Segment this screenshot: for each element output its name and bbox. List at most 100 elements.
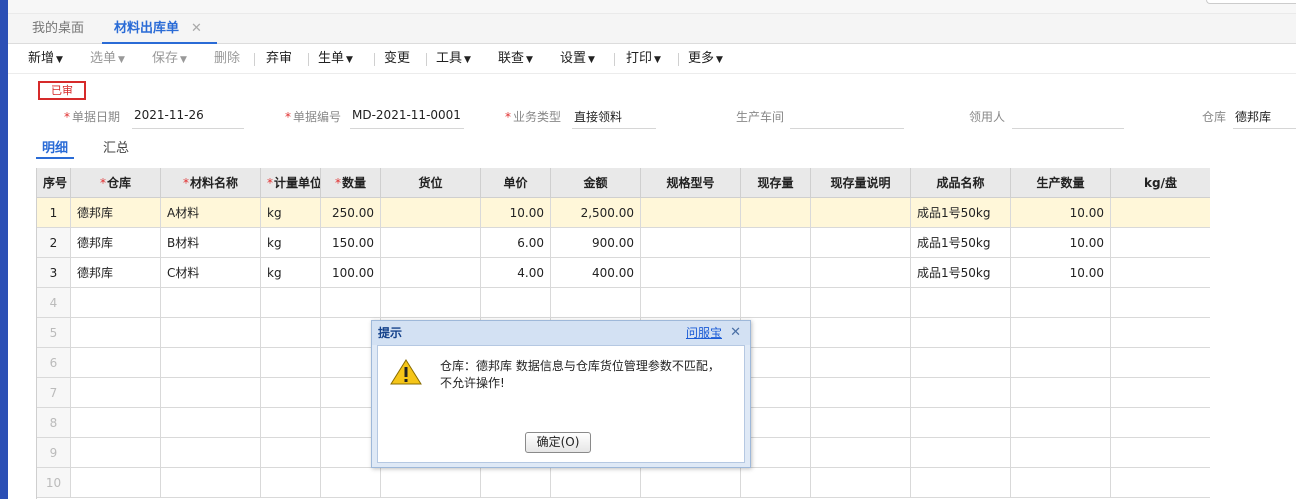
column-header[interactable]: 货位 bbox=[381, 168, 481, 198]
table-cell-warehouse[interactable]: 德邦库 bbox=[71, 198, 161, 228]
table-cell-empty[interactable] bbox=[1111, 468, 1210, 498]
table-cell-location[interactable] bbox=[381, 228, 481, 258]
table-cell-empty[interactable] bbox=[161, 438, 261, 468]
table-cell-empty[interactable] bbox=[261, 408, 321, 438]
receiver-field[interactable] bbox=[1012, 108, 1124, 129]
table-cell-amount[interactable]: 400.00 bbox=[551, 258, 641, 288]
code-field[interactable]: MD-2021-11-0001 bbox=[350, 108, 464, 129]
table-cell-empty[interactable] bbox=[1111, 318, 1210, 348]
table-cell-empty[interactable] bbox=[551, 288, 641, 318]
table-cell-empty[interactable] bbox=[811, 348, 911, 378]
column-header[interactable]: 现存量说明 bbox=[811, 168, 911, 198]
table-cell-empty[interactable] bbox=[911, 288, 1011, 318]
table-cell-empty[interactable] bbox=[741, 408, 811, 438]
ok-button[interactable]: 确定(O) bbox=[525, 432, 591, 453]
table-cell-empty[interactable] bbox=[381, 468, 481, 498]
toolbar-button-0[interactable]: 新增 ▼ bbox=[28, 44, 63, 74]
table-cell-location[interactable] bbox=[381, 258, 481, 288]
table-cell-material[interactable]: A材料 bbox=[161, 198, 261, 228]
column-header[interactable]: 金额 bbox=[551, 168, 641, 198]
table-row[interactable]: 1 德邦库 A材料 kg 250.00 10.00 2,500.00 成品1号50kg 10.0… bbox=[37, 198, 1210, 228]
table-cell-empty[interactable] bbox=[261, 468, 321, 498]
warehouse-field[interactable]: 德邦库 bbox=[1233, 108, 1296, 129]
table-cell-empty[interactable] bbox=[161, 288, 261, 318]
table-cell-empty[interactable] bbox=[811, 318, 911, 348]
toolbar-button-9[interactable]: 设置 ▼ bbox=[560, 44, 595, 74]
table-cell-prod-qty[interactable]: 10.00 bbox=[1011, 228, 1111, 258]
table-cell-spec[interactable] bbox=[641, 258, 741, 288]
table-cell-product[interactable]: 成品1号50kg bbox=[911, 258, 1011, 288]
table-cell-empty[interactable] bbox=[811, 438, 911, 468]
table-cell-empty[interactable] bbox=[911, 348, 1011, 378]
table-cell-spec[interactable] bbox=[641, 228, 741, 258]
date-field[interactable]: 2021-11-26 bbox=[132, 108, 244, 129]
subtab-detail[interactable]: 明细 bbox=[36, 137, 75, 159]
table-cell-location[interactable] bbox=[381, 198, 481, 228]
table-cell-empty[interactable] bbox=[481, 288, 551, 318]
table-cell-price[interactable]: 6.00 bbox=[481, 228, 551, 258]
table-cell-empty[interactable] bbox=[911, 408, 1011, 438]
table-cell-empty[interactable] bbox=[911, 378, 1011, 408]
table-cell-empty[interactable] bbox=[321, 288, 381, 318]
table-cell-empty[interactable] bbox=[161, 378, 261, 408]
table-cell-stock[interactable] bbox=[741, 228, 811, 258]
table-cell-empty[interactable] bbox=[261, 438, 321, 468]
table-cell-prod-qty[interactable]: 10.00 bbox=[1011, 198, 1111, 228]
toolbar-button-7[interactable]: 工具 ▼ bbox=[436, 44, 471, 74]
table-cell-empty[interactable] bbox=[811, 468, 911, 498]
tab-close-icon[interactable]: ✕ bbox=[191, 21, 202, 36]
toolbar-button-6[interactable]: 变更 bbox=[384, 44, 410, 74]
table-cell-empty[interactable] bbox=[1011, 288, 1111, 318]
table-cell-warehouse[interactable]: 德邦库 bbox=[71, 258, 161, 288]
dialog-help-link[interactable]: 问服宝 bbox=[686, 321, 722, 345]
table-cell-empty[interactable] bbox=[1011, 318, 1111, 348]
table-cell-stock-note[interactable] bbox=[811, 198, 911, 228]
table-cell-empty[interactable] bbox=[741, 288, 811, 318]
table-cell-empty[interactable] bbox=[741, 468, 811, 498]
table-cell-empty[interactable] bbox=[741, 318, 811, 348]
table-cell-unit[interactable]: kg bbox=[261, 228, 321, 258]
column-header[interactable]: *计量单位 bbox=[261, 168, 321, 198]
table-cell-seq[interactable]: 3 bbox=[37, 258, 71, 288]
table-cell-empty[interactable] bbox=[71, 348, 161, 378]
table-cell-empty[interactable] bbox=[811, 378, 911, 408]
table-cell-kg-per-reel[interactable] bbox=[1111, 198, 1210, 228]
column-header[interactable]: 成品名称 bbox=[911, 168, 1011, 198]
table-cell-empty[interactable] bbox=[811, 408, 911, 438]
column-header[interactable]: 规格型号 bbox=[641, 168, 741, 198]
table-cell-qty[interactable]: 150.00 bbox=[321, 228, 381, 258]
table-row[interactable]: 3 德邦库 C材料 kg 100.00 4.00 400.00 成品1号50kg 10.00 bbox=[37, 258, 1210, 288]
table-cell-kg-per-reel[interactable] bbox=[1111, 258, 1210, 288]
table-cell-amount[interactable]: 900.00 bbox=[551, 228, 641, 258]
tab-desktop[interactable]: 我的桌面 bbox=[32, 14, 84, 44]
table-cell-empty[interactable] bbox=[1011, 378, 1111, 408]
table-cell-amount[interactable]: 2,500.00 bbox=[551, 198, 641, 228]
table-cell-empty[interactable] bbox=[261, 288, 321, 318]
table-cell-empty[interactable] bbox=[1011, 348, 1111, 378]
table-cell-seq[interactable]: 1 bbox=[37, 198, 71, 228]
table-cell-empty[interactable] bbox=[161, 348, 261, 378]
column-header[interactable]: *仓库 bbox=[71, 168, 161, 198]
table-row-empty[interactable]: 10 bbox=[37, 468, 1210, 498]
table-cell-empty[interactable] bbox=[71, 408, 161, 438]
table-cell-empty[interactable] bbox=[161, 408, 261, 438]
table-cell-kg-per-reel[interactable] bbox=[1111, 228, 1210, 258]
table-cell-empty[interactable] bbox=[161, 468, 261, 498]
subtab-summary[interactable]: 汇总 bbox=[103, 137, 129, 159]
table-row-empty[interactable]: 4 bbox=[37, 288, 1210, 318]
table-cell-empty[interactable] bbox=[1011, 408, 1111, 438]
toolbar-button-4[interactable]: 弃审 bbox=[266, 44, 292, 74]
table-cell-product[interactable]: 成品1号50kg bbox=[911, 228, 1011, 258]
table-cell-stock[interactable] bbox=[741, 198, 811, 228]
table-cell-empty[interactable] bbox=[71, 288, 161, 318]
toolbar-button-1[interactable]: 选单 ▼ bbox=[90, 44, 125, 74]
column-header[interactable]: *数量 bbox=[321, 168, 381, 198]
table-cell-empty[interactable] bbox=[1111, 438, 1210, 468]
column-header[interactable]: 单价 bbox=[481, 168, 551, 198]
table-cell-empty[interactable] bbox=[551, 468, 641, 498]
biz-type-field[interactable]: 直接领料 bbox=[572, 108, 656, 129]
table-cell-price[interactable]: 10.00 bbox=[481, 198, 551, 228]
table-cell-prod-qty[interactable]: 10.00 bbox=[1011, 258, 1111, 288]
table-cell-spec[interactable] bbox=[641, 198, 741, 228]
column-header[interactable]: 现存量 bbox=[741, 168, 811, 198]
